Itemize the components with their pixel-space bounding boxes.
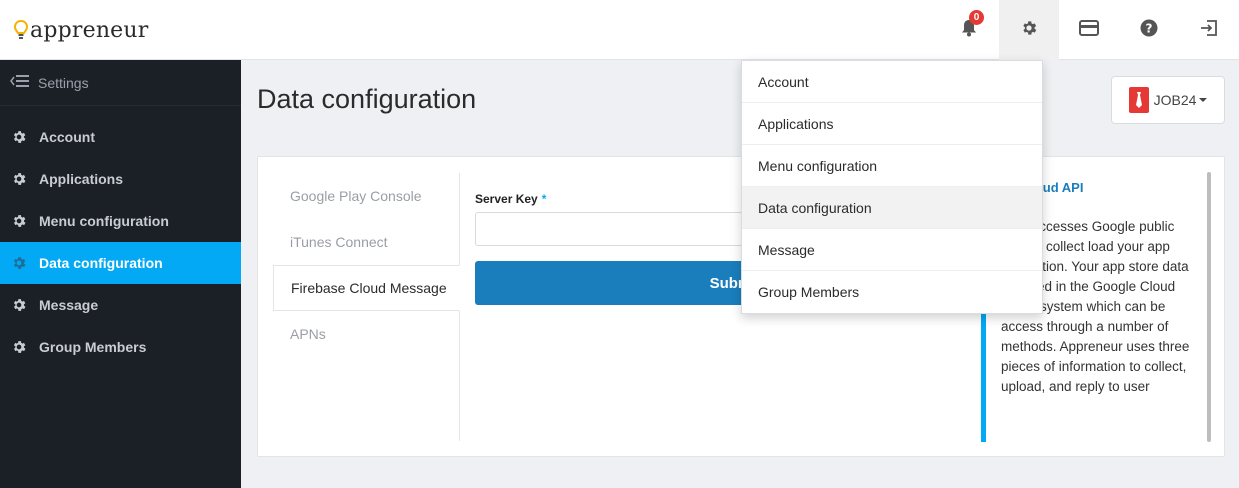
menu-item-group-members[interactable]: Group Members bbox=[742, 271, 1042, 313]
credit-card-icon bbox=[1079, 19, 1099, 41]
svg-text:?: ? bbox=[1146, 21, 1153, 35]
sidebar-title: Settings bbox=[38, 74, 89, 91]
top-icon-bar: 0 ? bbox=[939, 0, 1239, 60]
menu-item-account[interactable]: Account bbox=[742, 61, 1042, 103]
brand-name: appreneur bbox=[30, 17, 149, 43]
sidebar: Settings Account Applications Menu confi… bbox=[0, 60, 241, 488]
tab-apns[interactable]: APNs bbox=[273, 311, 459, 357]
gear-icon bbox=[10, 212, 28, 230]
tab-google-play-console[interactable]: Google Play Console bbox=[273, 173, 459, 219]
menu-item-menu-configuration[interactable]: Menu configuration bbox=[742, 145, 1042, 187]
logout-button[interactable] bbox=[1179, 0, 1239, 60]
gear-icon bbox=[10, 128, 28, 146]
sidebar-item-label: Group Members bbox=[39, 339, 147, 355]
tab-firebase-cloud-message[interactable]: Firebase Cloud Message bbox=[273, 265, 460, 311]
settings-button[interactable] bbox=[999, 0, 1059, 60]
config-tabs: Google Play Console iTunes Connect Fireb… bbox=[273, 173, 460, 441]
help-button[interactable]: ? bbox=[1119, 0, 1179, 60]
sidebar-item-account[interactable]: Account bbox=[0, 116, 241, 158]
menu-item-message[interactable]: Message bbox=[742, 229, 1042, 271]
lightbulb-icon bbox=[13, 19, 29, 41]
sidebar-item-label: Menu configuration bbox=[39, 213, 169, 229]
menu-item-applications[interactable]: Applications bbox=[742, 103, 1042, 145]
gear-icon bbox=[1020, 19, 1038, 42]
app-switcher-label: JOB24 bbox=[1153, 92, 1197, 108]
gear-icon bbox=[10, 254, 28, 272]
sidebar-item-applications[interactable]: Applications bbox=[0, 158, 241, 200]
notifications-button[interactable]: 0 bbox=[939, 0, 999, 60]
sidebar-header[interactable]: Settings bbox=[0, 60, 241, 106]
logo[interactable]: appreneur bbox=[13, 16, 149, 44]
page-title: Data configuration bbox=[257, 84, 477, 114]
sidebar-item-message[interactable]: Message bbox=[0, 284, 241, 326]
server-key-label-text: Server Key bbox=[475, 192, 538, 206]
collapse-menu-icon[interactable] bbox=[10, 74, 38, 91]
gear-icon bbox=[10, 338, 28, 356]
gear-icon bbox=[10, 170, 28, 188]
sidebar-item-label: Account bbox=[39, 129, 95, 145]
menu-item-data-configuration[interactable]: Data configuration bbox=[742, 187, 1042, 229]
help-icon: ? bbox=[1140, 19, 1158, 42]
sidebar-item-label: Applications bbox=[39, 171, 124, 187]
app-tie-icon bbox=[1128, 87, 1149, 113]
sidebar-item-label: Data configuration bbox=[39, 255, 163, 271]
sidebar-item-menu-configuration[interactable]: Menu configuration bbox=[0, 200, 241, 242]
billing-button[interactable] bbox=[1059, 0, 1119, 60]
app-switcher[interactable]: JOB24 bbox=[1111, 76, 1225, 124]
gear-icon bbox=[10, 296, 28, 314]
sidebar-item-group-members[interactable]: Group Members bbox=[0, 326, 241, 368]
sidebar-item-label: Message bbox=[39, 297, 99, 313]
logout-icon bbox=[1200, 19, 1218, 42]
chevron-down-icon bbox=[1199, 98, 1208, 102]
settings-dropdown-menu: Account Applications Menu configuration … bbox=[741, 60, 1043, 314]
info-scrollbar[interactable] bbox=[1207, 172, 1211, 442]
notification-badge: 0 bbox=[969, 10, 984, 25]
top-bar: appreneur 0 ? bbox=[0, 0, 1239, 60]
sidebar-item-data-configuration[interactable]: Data configuration bbox=[0, 242, 241, 284]
required-mark: * bbox=[541, 192, 547, 206]
tab-itunes-connect[interactable]: iTunes Connect bbox=[273, 219, 459, 265]
